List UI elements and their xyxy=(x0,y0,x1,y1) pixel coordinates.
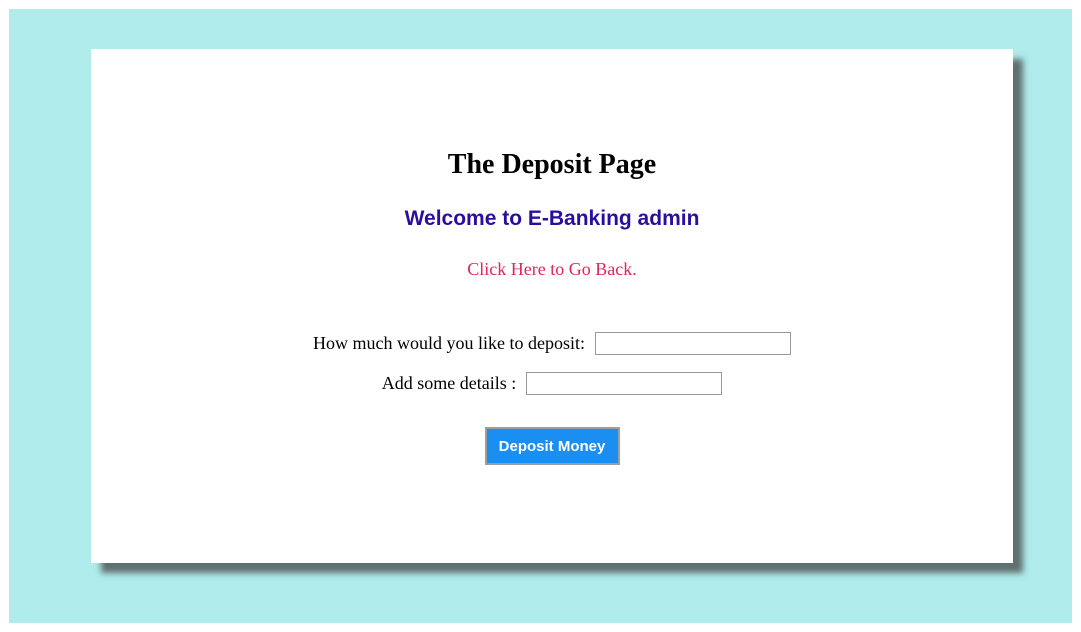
welcome-message: Welcome to E-Banking admin xyxy=(404,207,700,230)
page-title: The Deposit Page xyxy=(447,149,657,180)
details-row: Add some details : xyxy=(91,372,1013,395)
deposit-card: The Deposit Page Welcome to E-Banking ad… xyxy=(91,49,1013,563)
amount-input[interactable] xyxy=(594,332,791,355)
go-back-link[interactable]: Click Here to Go Back. xyxy=(91,259,1013,280)
details-input[interactable] xyxy=(526,372,723,395)
deposit-money-button[interactable]: Deposit Money xyxy=(484,427,620,465)
amount-label: How much would you like to deposit: xyxy=(313,333,585,353)
submit-row: Deposit Money xyxy=(91,427,1013,465)
details-label: Add some details : xyxy=(381,373,517,393)
amount-row: How much would you like to deposit: xyxy=(91,332,1013,355)
page-background: The Deposit Page Welcome to E-Banking ad… xyxy=(9,9,1072,623)
